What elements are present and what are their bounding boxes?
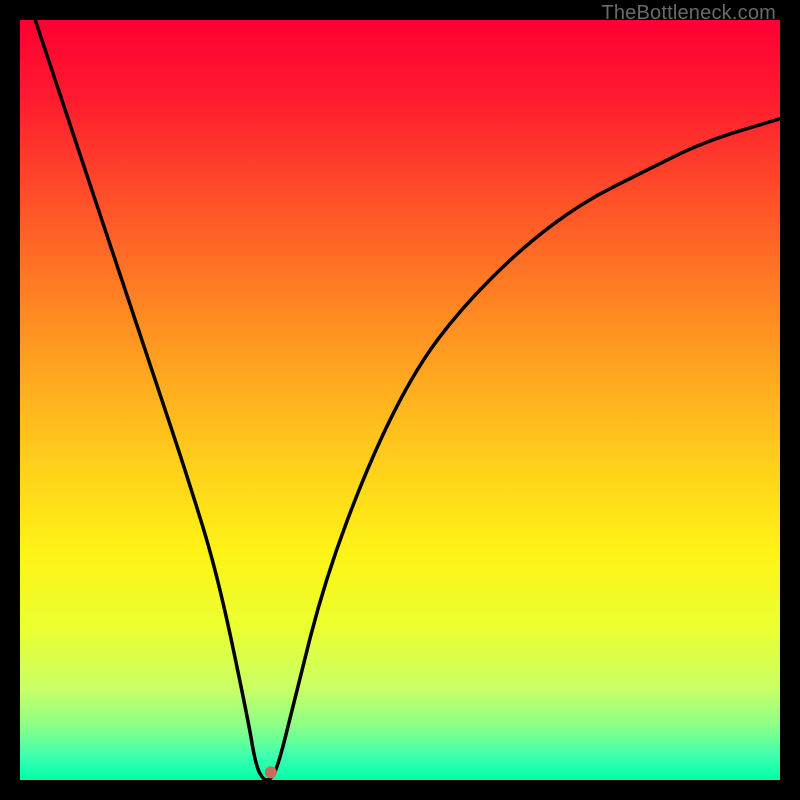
chart-svg [20,20,780,780]
chart-container [20,20,780,780]
optimal-marker [265,766,277,778]
watermark-text: TheBottleneck.com [601,2,776,25]
